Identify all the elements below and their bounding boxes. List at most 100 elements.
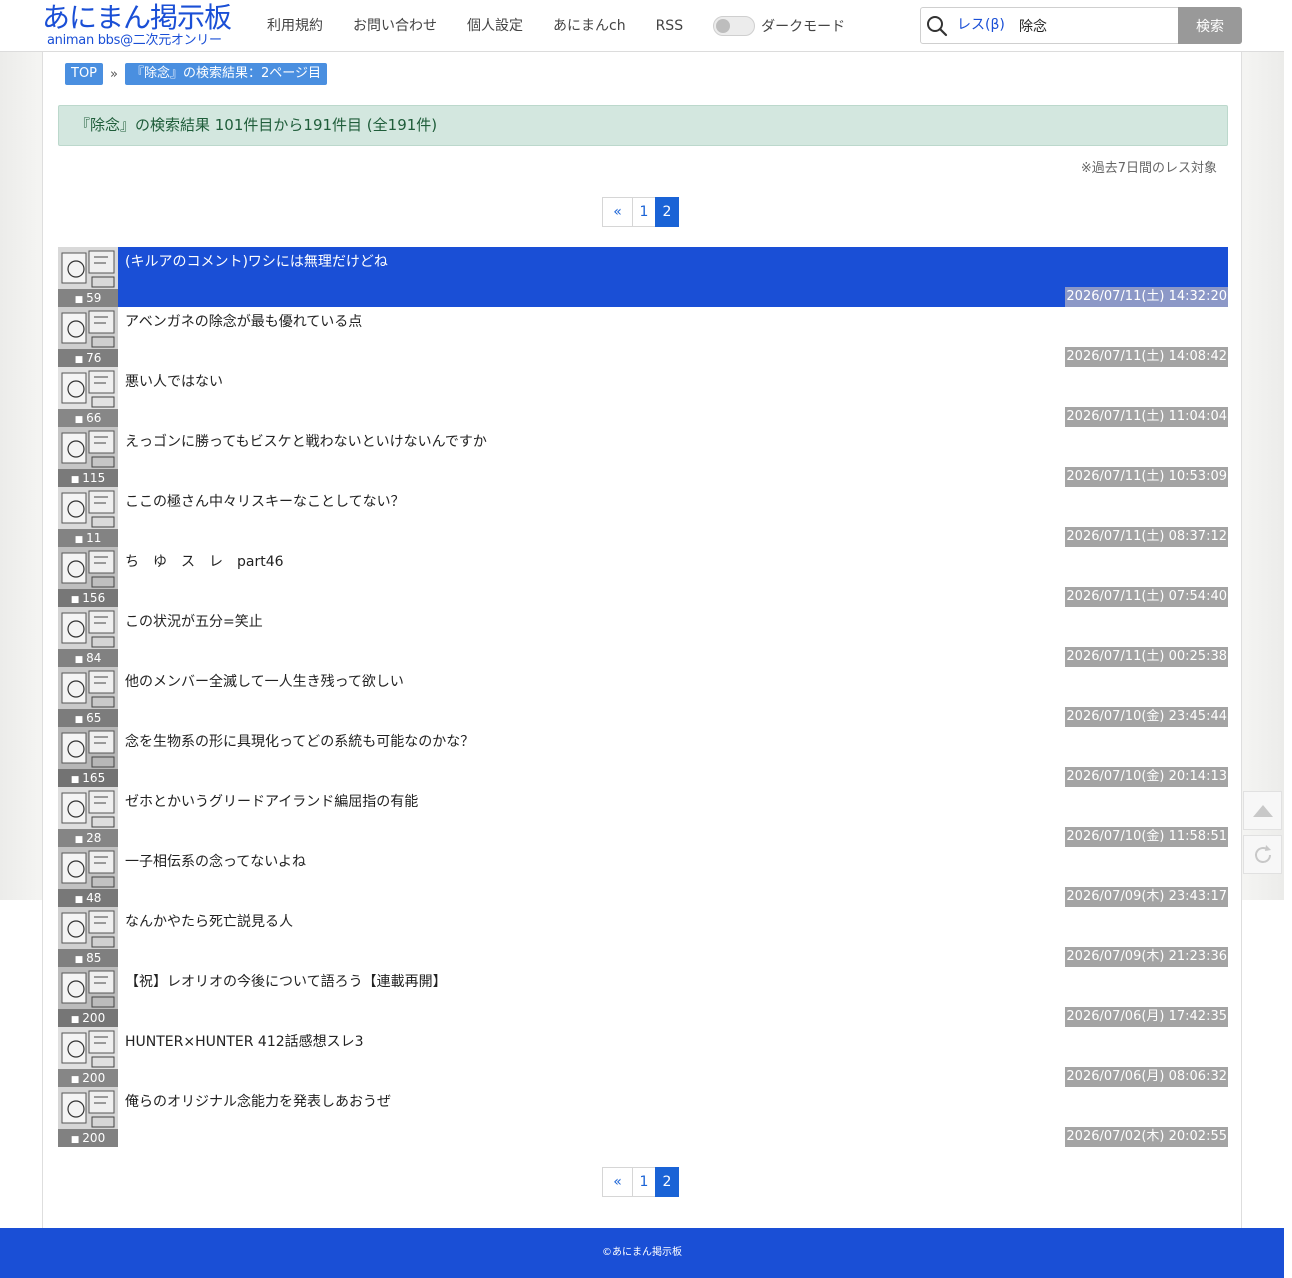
thread-date: 2026/07/06(月) 17:42:35 <box>1065 1007 1228 1027</box>
search-scope-select[interactable]: レス(β) <box>953 8 1019 43</box>
thread-title-link[interactable]: 悪い人ではない <box>125 371 223 391</box>
thread-row[interactable]: ■ 11 ここの極さん中々リスキーなことしてない？ 2026/07/11(土) 08:… <box>58 487 1228 547</box>
reply-count: 165 <box>82 771 106 785</box>
comment-icon: ■ <box>74 355 84 365</box>
site-logo[interactable]: あにまん掲示板 animan bbs@二次元オンリー <box>42 2 252 50</box>
thread-row[interactable]: ■ 85 なんかやたら死亡説見る人 2026/07/09(木) 21:23:36 <box>58 907 1228 967</box>
reply-count-badge: ■ 84 <box>58 649 118 667</box>
thread-date: 2026/07/06(月) 08:06:32 <box>1065 1067 1228 1087</box>
pagination-first-button[interactable]: « <box>602 1167 633 1197</box>
thread-thumbnail[interactable]: ■ 156 <box>58 547 118 607</box>
search-button[interactable]: 検索 <box>1178 7 1242 44</box>
reply-count-badge: ■ 66 <box>58 409 118 427</box>
reply-count-badge: ■ 59 <box>58 289 118 307</box>
thread-title-link[interactable]: この状況が五分=笑止 <box>125 611 263 631</box>
thread-title-link[interactable]: (キルアのコメント)ワシには無理だけどね <box>125 251 388 271</box>
scroll-top-button[interactable] <box>1243 791 1282 830</box>
thread-thumbnail[interactable]: ■ 84 <box>58 607 118 667</box>
thread-row[interactable]: ■ 28 ゼホとかいうグリードアイランド編屈指の有能 2026/07/10(金) 11… <box>58 787 1228 847</box>
thread-thumbnail[interactable]: ■ 66 <box>58 367 118 427</box>
refresh-icon <box>1254 844 1271 863</box>
nav-terms-link[interactable]: 利用規約 <box>267 0 323 52</box>
search-scope-note: ※過去7日間のレス対象 <box>1080 161 1217 176</box>
comment-icon: ■ <box>70 1135 80 1145</box>
thread-thumbnail[interactable]: ■ 85 <box>58 907 118 967</box>
thread-list: ■ 59 (キルアのコメント)ワシには無理だけどね 2026/07/11(土) 14:… <box>58 247 1228 1147</box>
thread-title-link[interactable]: ここの極さん中々リスキーなことしてない？ <box>125 491 405 511</box>
thread-row[interactable]: ■ 200 俺らのオリジナル念能力を発表しあおうぜ 2026/07/02(木) 20:… <box>58 1087 1228 1147</box>
nav-rss-link[interactable]: RSS <box>656 0 684 52</box>
breadcrumb-top-link[interactable]: TOP <box>65 63 104 85</box>
main-nav: 利用規約 お問い合わせ 個人設定 あにまんch RSS ダークモード <box>267 0 845 52</box>
thread-row[interactable]: ■ 66 悪い人ではない 2026/07/11(土) 11:04:04 <box>58 367 1228 427</box>
thread-thumbnail[interactable]: ■ 28 <box>58 787 118 847</box>
reply-count: 11 <box>86 531 102 545</box>
site-footer: ©あにまん掲示板 <box>0 1228 1284 1278</box>
scrollbar-track[interactable] <box>1284 0 1292 1278</box>
search-input[interactable] <box>1019 8 1171 43</box>
thread-row[interactable]: ■ 200 【祝】レオリオの今後について語ろう【連載再開】 2026/07/06(月)… <box>58 967 1228 1027</box>
pagination-page-2[interactable]: 2 <box>655 197 679 227</box>
dark-mode-toggle[interactable] <box>713 16 756 36</box>
thread-title-link[interactable]: アベンガネの除念が最も優れている点 <box>125 311 362 331</box>
thread-date: 2026/07/11(土) 14:08:42 <box>1065 347 1228 367</box>
nav-animanch-link[interactable]: あにまんch <box>553 0 626 52</box>
pagination-page-1[interactable]: 1 <box>632 1167 656 1197</box>
triangle-up-icon <box>1252 804 1273 817</box>
thread-thumbnail[interactable]: ■ 200 <box>58 967 118 1027</box>
reply-count: 156 <box>82 591 106 605</box>
thread-date: 2026/07/11(土) 00:25:38 <box>1065 647 1228 667</box>
nav-settings-link[interactable]: 個人設定 <box>467 0 523 52</box>
thread-title-link[interactable]: 他のメンバー全滅して一人生き残って欲しい <box>125 671 404 691</box>
nav-contact-link[interactable]: お問い合わせ <box>353 0 437 52</box>
reply-count-badge: ■ 156 <box>58 589 118 607</box>
thread-row[interactable]: ■ 115 えっゴンに勝ってもビスケと戦わないといけないんですか 2026/07/11… <box>58 427 1228 487</box>
thread-thumbnail[interactable]: ■ 48 <box>58 847 118 907</box>
comment-icon: ■ <box>74 715 84 725</box>
thread-thumbnail[interactable]: ■ 200 <box>58 1087 118 1147</box>
thread-title-link[interactable]: HUNTER×HUNTER 412話感想スレ3 <box>125 1031 364 1051</box>
thread-thumbnail[interactable]: ■ 115 <box>58 427 118 487</box>
reply-count: 200 <box>82 1131 106 1145</box>
thread-thumbnail[interactable]: ■ 200 <box>58 1027 118 1087</box>
pagination-page-1[interactable]: 1 <box>632 197 656 227</box>
pagination-first-button[interactable]: « <box>602 197 633 227</box>
thread-thumbnail[interactable]: ■ 76 <box>58 307 118 367</box>
thread-title-link[interactable]: ち ゆ ス レ part46 <box>125 551 284 571</box>
result-summary: 『除念』の検索結果 101件目から191件目 (全191件) <box>58 105 1228 146</box>
comment-icon: ■ <box>74 535 84 545</box>
thread-title-link[interactable]: 一子相伝系の念ってないよね <box>125 851 306 871</box>
pagination-top: « 1 2 <box>602 197 679 227</box>
reply-count-badge: ■ 11 <box>58 529 118 547</box>
thread-thumbnail[interactable]: ■ 65 <box>58 667 118 727</box>
thread-title-link[interactable]: 俺らのオリジナル念能力を発表しあおうぜ <box>125 1091 391 1111</box>
breadcrumb: TOP » 『除念』の検索結果：2ページ目 <box>65 63 327 85</box>
reload-button[interactable] <box>1243 835 1282 874</box>
thread-title-link[interactable]: 念を生物系の形に具現化ってどの系統も可能なのかな？ <box>125 731 474 751</box>
reply-count-badge: ■ 48 <box>58 889 118 907</box>
thread-title-link[interactable]: ゼホとかいうグリードアイランド編屈指の有能 <box>125 791 418 811</box>
reply-count: 66 <box>86 411 102 425</box>
thread-row[interactable]: ■ 156 ち ゆ ス レ part46 2026/07/11(土) 07:54:40 <box>58 547 1228 607</box>
thread-title-link[interactable]: えっゴンに勝ってもビスケと戦わないといけないんですか <box>125 431 487 451</box>
thread-row[interactable]: ■ 65 他のメンバー全滅して一人生き残って欲しい 2026/07/10(金) 23:… <box>58 667 1228 727</box>
thread-date: 2026/07/09(木) 23:43:17 <box>1065 887 1228 907</box>
reply-count: 115 <box>82 471 106 485</box>
thread-row[interactable]: ■ 200 HUNTER×HUNTER 412話感想スレ3 2026/07/06(月)… <box>58 1027 1228 1087</box>
thread-thumbnail[interactable]: ■ 59 <box>58 247 118 307</box>
thread-row[interactable]: ■ 76 アベンガネの除念が最も優れている点 2026/07/11(土) 14:08:… <box>58 307 1228 367</box>
comment-icon: ■ <box>70 775 80 785</box>
thread-row[interactable]: ■ 165 念を生物系の形に具現化ってどの系統も可能なのかな？ 2026/07/10(… <box>58 727 1228 787</box>
pagination-page-2[interactable]: 2 <box>655 1167 679 1197</box>
thread-row[interactable]: ■ 59 (キルアのコメント)ワシには無理だけどね 2026/07/11(土) 14:… <box>58 247 1228 307</box>
thread-title-link[interactable]: 【祝】レオリオの今後について語ろう【連載再開】 <box>125 971 447 991</box>
thread-thumbnail[interactable]: ■ 165 <box>58 727 118 787</box>
thread-row[interactable]: ■ 48 一子相伝系の念ってないよね 2026/07/09(木) 23:43:17 <box>58 847 1228 907</box>
comment-icon: ■ <box>70 1075 80 1085</box>
thread-title-link[interactable]: なんかやたら死亡説見る人 <box>125 911 293 931</box>
thread-thumbnail[interactable]: ■ 11 <box>58 487 118 547</box>
comment-icon: ■ <box>74 655 84 665</box>
breadcrumb-current[interactable]: 『除念』の検索結果：2ページ目 <box>124 63 327 85</box>
breadcrumb-separator: » <box>110 66 118 82</box>
thread-row[interactable]: ■ 84 この状況が五分=笑止 2026/07/11(土) 00:25:38 <box>58 607 1228 667</box>
